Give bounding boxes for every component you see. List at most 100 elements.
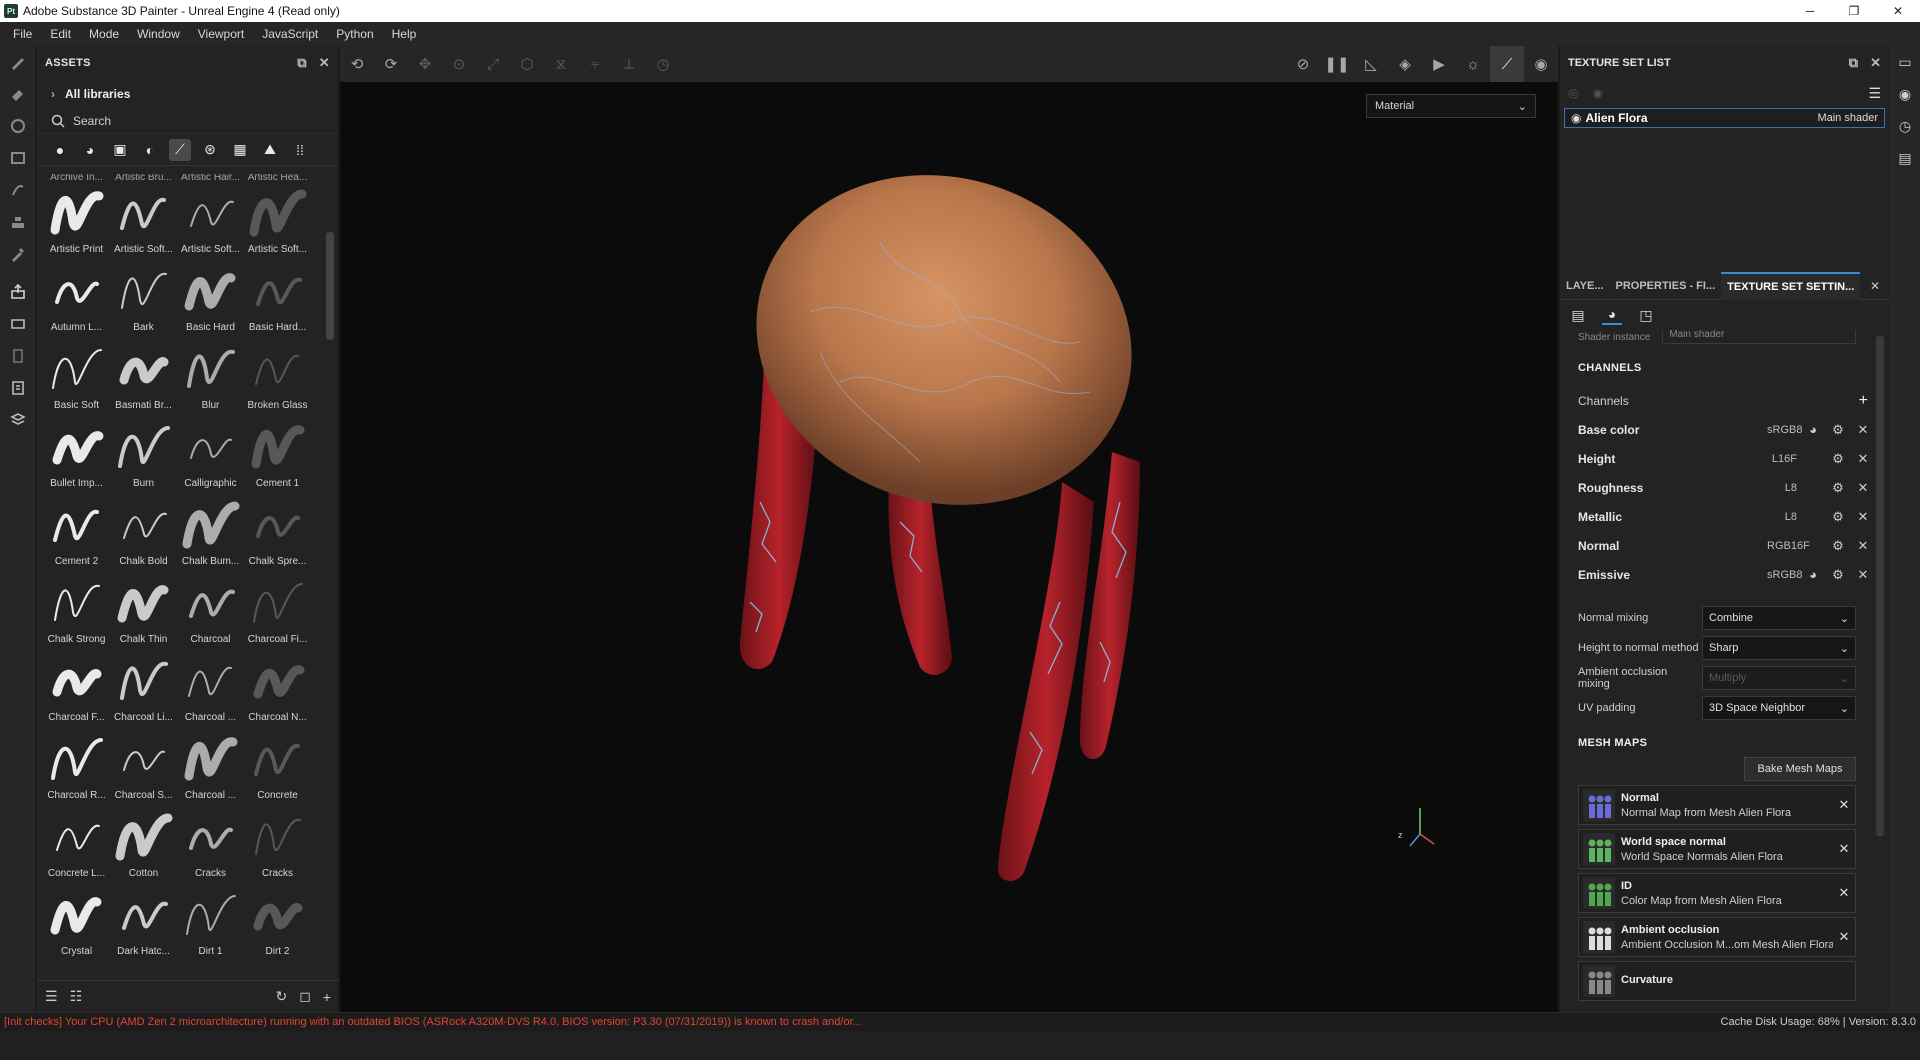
- undock-icon[interactable]: ⧉: [1849, 55, 1858, 71]
- channel-row[interactable]: Emissive sRGB8 ◕ ⚙ ✕: [1578, 560, 1872, 589]
- lighting-icon[interactable]: ☼: [1456, 46, 1490, 82]
- shader-instance-select[interactable]: Main shader: [1662, 330, 1857, 344]
- asset-tile[interactable]: Artistic Soft...: [110, 180, 177, 258]
- asset-tile[interactable]: Basic Soft: [43, 336, 110, 414]
- projection-tool-icon[interactable]: [0, 110, 36, 142]
- smart-material-filter-icon[interactable]: ◕: [79, 139, 101, 161]
- option-select[interactable]: Sharp ⌄: [1702, 636, 1856, 660]
- close-icon[interactable]: ✕: [1870, 279, 1880, 293]
- mesh-map-item[interactable]: ID Color Map from Mesh Alien Flora ✕: [1578, 873, 1856, 913]
- channel-row[interactable]: Height L16F ⚙ ✕: [1578, 444, 1872, 473]
- tab-layers[interactable]: LAYE...: [1560, 272, 1610, 300]
- asset-tile[interactable]: Chalk Bold: [110, 492, 177, 570]
- remove-channel-icon[interactable]: ✕: [1854, 480, 1872, 496]
- eraser-tool-icon[interactable]: [0, 78, 36, 110]
- tab-texture-set-settings[interactable]: TEXTURE SET SETTIN...: [1721, 271, 1861, 300]
- shader-settings-icon[interactable]: ◕: [1602, 305, 1622, 325]
- asset-tile[interactable]: Basic Hard...: [244, 258, 311, 336]
- color-picker-tool-icon[interactable]: [0, 238, 36, 270]
- asset-tile[interactable]: Chalk Strong: [43, 570, 110, 648]
- mask-filter-icon[interactable]: ▣: [109, 139, 131, 161]
- mesh-map-source[interactable]: Normal Map from Mesh Alien Flora: [1621, 807, 1833, 819]
- asset-tile[interactable]: Charcoal R...: [43, 726, 110, 804]
- smudge-tool-icon[interactable]: [0, 174, 36, 206]
- option-select[interactable]: 3D Space Neighbor ⌄: [1702, 696, 1856, 720]
- refresh-icon[interactable]: ↻: [275, 988, 287, 1005]
- environment-filter-icon[interactable]: ⛰: [259, 139, 281, 161]
- shader-settings-dock-icon[interactable]: ◉: [1890, 78, 1920, 110]
- eye-icon[interactable]: ◉: [1571, 111, 1581, 125]
- channel-format[interactable]: L8: [1767, 482, 1797, 494]
- asset-tile[interactable]: Chalk Bum...: [177, 492, 244, 570]
- export-tool-icon[interactable]: [0, 340, 36, 372]
- hide-icon[interactable]: ⊘: [1286, 46, 1320, 82]
- paint-brush-tool-icon[interactable]: [0, 46, 36, 78]
- menu-mode[interactable]: Mode: [80, 22, 128, 46]
- asset-tile[interactable]: Cotton: [110, 804, 177, 882]
- asset-tile[interactable]: Bullet Imp...: [43, 414, 110, 492]
- mesh-map-item[interactable]: Ambient occlusion Ambient Occlusion M...o…: [1578, 917, 1856, 957]
- menu-window[interactable]: Window: [128, 22, 189, 46]
- shelf-tool-icon[interactable]: [0, 372, 36, 404]
- channel-row[interactable]: Base color sRGB8 ◕ ⚙ ✕: [1578, 415, 1872, 444]
- cube-icon[interactable]: ⬡: [510, 46, 544, 82]
- visibility-off-icon[interactable]: ◎: [1568, 86, 1578, 100]
- mesh-map-source[interactable]: Color Map from Mesh Alien Flora: [1621, 895, 1833, 907]
- filter-filter-icon[interactable]: ◐: [139, 139, 161, 161]
- clone-tool-icon[interactable]: [0, 206, 36, 238]
- asset-tile[interactable]: Cement 2: [43, 492, 110, 570]
- asset-tile[interactable]: Chalk Spre...: [244, 492, 311, 570]
- asset-tile[interactable]: Basic Hard: [177, 258, 244, 336]
- menu-viewport[interactable]: Viewport: [189, 22, 253, 46]
- close-panel-icon[interactable]: ✕: [319, 55, 330, 71]
- filter-list-icon[interactable]: ☷: [70, 988, 83, 1005]
- channel-format[interactable]: L8: [1767, 511, 1797, 523]
- asset-tile[interactable]: Broken Glass: [244, 336, 311, 414]
- close-window-button[interactable]: ✕: [1876, 0, 1920, 22]
- maximize-button[interactable]: ❐: [1832, 0, 1876, 22]
- mesh-map-item[interactable]: World space normal World Space Normals Al…: [1578, 829, 1856, 869]
- move-icon[interactable]: ✥: [408, 46, 442, 82]
- mesh-map-source[interactable]: World Space Normals Alien Flora: [1621, 851, 1833, 863]
- asset-tile[interactable]: Calligraphic: [177, 414, 244, 492]
- 3d-viewport[interactable]: z Material ⌄: [340, 82, 1558, 1012]
- mesh-map-item[interactable]: Normal Normal Map from Mesh Alien Flora ✕: [1578, 785, 1856, 825]
- asset-tile[interactable]: Chalk Thin: [110, 570, 177, 648]
- 3d-view-icon[interactable]: ◈: [1388, 46, 1422, 82]
- history-icon[interactable]: ◷: [646, 46, 680, 82]
- remove-channel-icon[interactable]: ✕: [1854, 567, 1872, 583]
- option-select[interactable]: Combine ⌄: [1702, 606, 1856, 630]
- remove-mesh-map-icon[interactable]: ✕: [1833, 885, 1855, 901]
- channel-settings-gear-icon[interactable]: ⚙: [1829, 509, 1847, 525]
- channel-row[interactable]: Roughness L8 ⚙ ✕: [1578, 473, 1872, 502]
- eye-icon[interactable]: ◉: [1592, 86, 1602, 100]
- menu-python[interactable]: Python: [327, 22, 382, 46]
- channel-format[interactable]: L16F: [1767, 453, 1797, 465]
- asset-tile[interactable]: Dirt 2: [244, 882, 311, 960]
- symmetry-icon[interactable]: ⧖: [544, 46, 578, 82]
- asset-tile[interactable]: Artistic Soft...: [177, 180, 244, 258]
- asset-tile[interactable]: Charcoal: [177, 570, 244, 648]
- status-warning-message[interactable]: [Init checks] Your CPU (AMD Zen 2 microa…: [4, 1016, 862, 1028]
- asset-tile[interactable]: Concrete: [244, 726, 311, 804]
- add-asset-icon[interactable]: +: [323, 989, 331, 1005]
- viewport-mode-select[interactable]: Material ⌄: [1366, 94, 1536, 118]
- library-tool-icon[interactable]: [0, 404, 36, 436]
- channel-settings-gear-icon[interactable]: ⚙: [1829, 538, 1847, 554]
- log-dock-icon[interactable]: ▤: [1890, 142, 1920, 174]
- asset-tile[interactable]: Charcoal ...: [177, 648, 244, 726]
- mesh-map-item[interactable]: Curvature: [1578, 961, 1856, 1001]
- srgb-toggle-icon[interactable]: ◕: [1804, 567, 1822, 582]
- asset-tile[interactable]: Dark Hatc...: [110, 882, 177, 960]
- channel-row[interactable]: Metallic L8 ⚙ ✕: [1578, 502, 1872, 531]
- srgb-toggle-icon[interactable]: ◕: [1804, 422, 1822, 437]
- mesh-map-source[interactable]: Ambient Occlusion M...om Mesh Alien Flor…: [1621, 939, 1833, 951]
- asset-tile[interactable]: Basmati Br...: [110, 336, 177, 414]
- rotate-icon[interactable]: ⊙: [442, 46, 476, 82]
- list-view-icon[interactable]: ☰: [45, 988, 58, 1005]
- crop-icon[interactable]: ⟲: [340, 46, 374, 82]
- assets-scrollbar[interactable]: [326, 232, 334, 340]
- menu-edit[interactable]: Edit: [41, 22, 80, 46]
- channel-format[interactable]: RGB16F: [1767, 540, 1810, 552]
- asset-tile[interactable]: Cracks: [177, 804, 244, 882]
